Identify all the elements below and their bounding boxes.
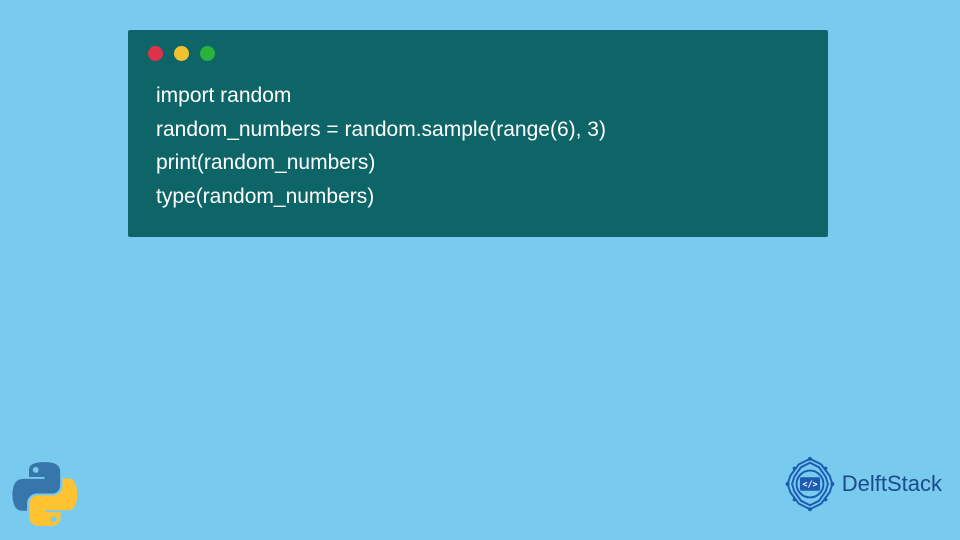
code-content: import random random_numbers = random.sa… — [128, 71, 828, 217]
window-controls — [128, 30, 828, 71]
code-line: random_numbers = random.sample(range(6),… — [156, 113, 800, 147]
delftstack-logo: </> DelftStack — [782, 456, 942, 512]
code-line: import random — [156, 79, 800, 113]
code-line: print(random_numbers) — [156, 146, 800, 180]
delftstack-emblem-icon: </> — [782, 456, 838, 512]
delftstack-brand-text: DelftStack — [842, 471, 942, 497]
window-minimize-dot — [174, 46, 189, 61]
python-logo-icon — [12, 461, 77, 526]
code-window: import random random_numbers = random.sa… — [128, 30, 828, 237]
code-line: type(random_numbers) — [156, 180, 800, 214]
window-close-dot — [148, 46, 163, 61]
window-maximize-dot — [200, 46, 215, 61]
svg-text:</>: </> — [802, 479, 817, 489]
